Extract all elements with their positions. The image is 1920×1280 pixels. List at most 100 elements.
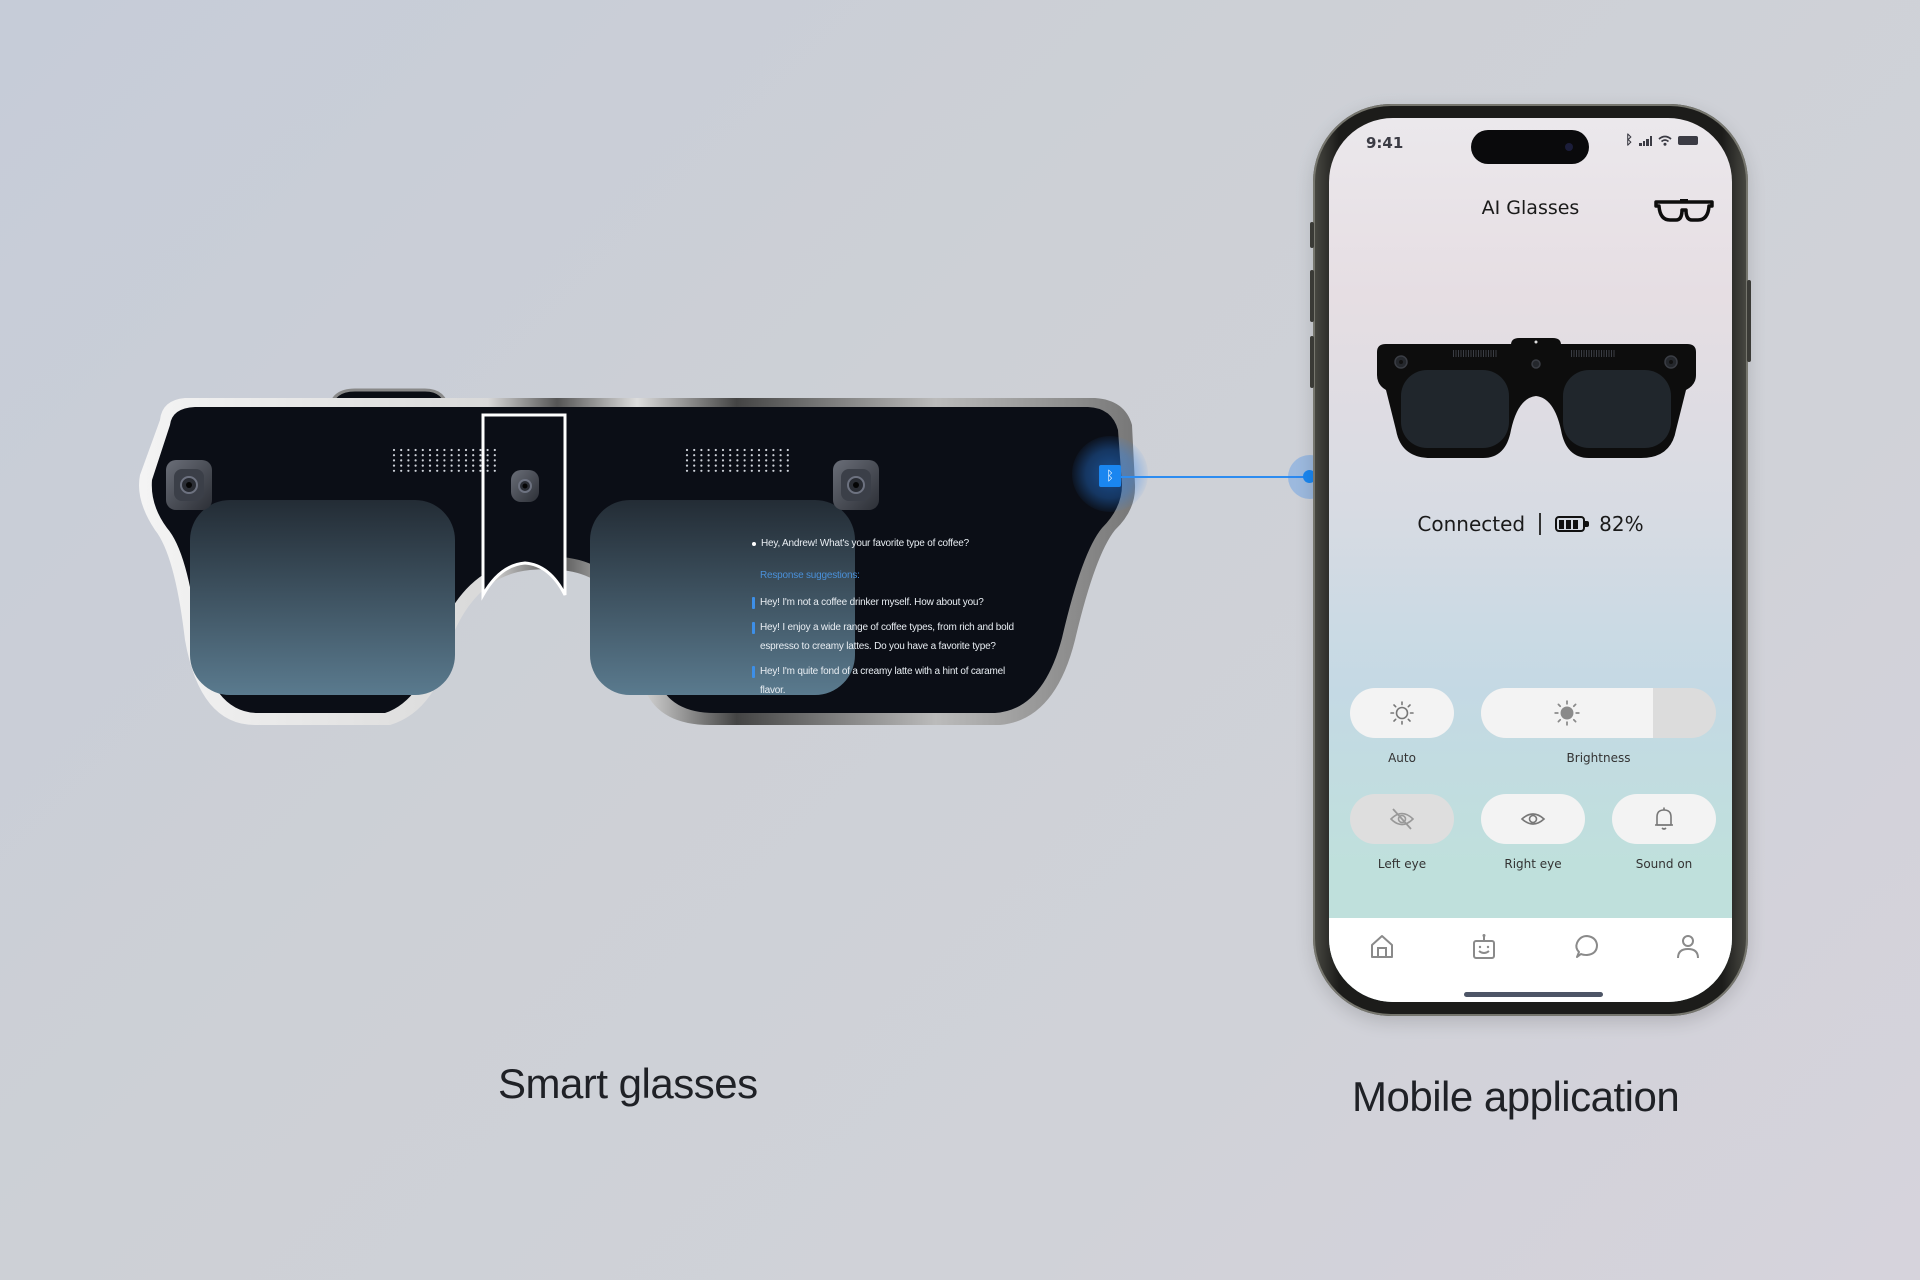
grille-dot: [493, 459, 496, 462]
grille-dot: [743, 448, 746, 452]
grille-dot: [472, 469, 475, 472]
sound-label: Sound on: [1635, 857, 1693, 871]
grille-dot: [693, 448, 696, 452]
grille-dot: [479, 464, 482, 467]
grille-line: [1465, 350, 1467, 357]
grille-line: [1458, 350, 1459, 357]
grille-dot: [714, 464, 717, 467]
grille-dot: [472, 464, 475, 467]
grille-dot: [443, 454, 446, 457]
grille-dot: [443, 464, 446, 467]
grille-line: [1603, 350, 1605, 357]
grille-dot: [443, 448, 446, 452]
grille-line: [1488, 350, 1489, 357]
grille-line: [1593, 350, 1595, 357]
grille-dot: [457, 448, 460, 452]
bell-icon: [1655, 807, 1673, 830]
grille-dot: [450, 469, 453, 472]
grille-line: [1485, 350, 1487, 357]
grille-dot: [729, 459, 732, 462]
grille-dot: [714, 448, 717, 452]
connection-line: [1121, 476, 1309, 478]
grille-dot: [392, 454, 396, 457]
sun-filled-icon: [1554, 700, 1580, 726]
grille-line: [1460, 350, 1462, 357]
device-glasses-image: [1377, 338, 1696, 458]
grille-dot: [457, 459, 460, 462]
suggestion-marker: [752, 665, 755, 678]
battery-icon: [1678, 136, 1698, 145]
grille-dot: [743, 464, 746, 467]
grille-line: [1573, 350, 1575, 357]
grille-dot: [457, 464, 460, 467]
wifi-icon: [1658, 135, 1672, 146]
sound-toggle[interactable]: [1612, 794, 1716, 844]
grille-dot: [450, 459, 453, 462]
grille-dot: [707, 464, 710, 467]
grille-dot: [750, 459, 753, 462]
grille-dot: [779, 469, 782, 472]
grille-dot: [700, 459, 703, 462]
suggestion-item[interactable]: Hey! I enjoy a wide range of coffee type…: [752, 618, 1022, 657]
grille-line: [1596, 350, 1597, 357]
brightness-slider-fill: [1481, 688, 1653, 738]
tab-bar: [1329, 918, 1732, 1002]
grille-dot: [707, 459, 710, 462]
grille-dot: [772, 464, 775, 467]
grille-dot: [392, 448, 396, 452]
home-icon[interactable]: [1367, 932, 1397, 962]
grille-dot: [693, 464, 696, 467]
grille-dot: [392, 464, 396, 467]
grille-dot: [428, 464, 432, 467]
grille-dot: [693, 469, 696, 472]
status-time: 9:41: [1366, 134, 1404, 152]
grille-dot: [757, 469, 761, 472]
user-icon[interactable]: [1673, 932, 1703, 962]
glasses-icon[interactable]: [1654, 198, 1714, 224]
grille-line: [1606, 350, 1607, 357]
grille-dot: [464, 448, 468, 452]
right-eye-label: Right eye: [1504, 857, 1562, 871]
grille-dot: [400, 459, 403, 462]
grille-dot: [736, 454, 739, 457]
grille-dot: [685, 448, 689, 452]
right-eye-toggle[interactable]: [1481, 794, 1585, 844]
grille-dot: [392, 459, 396, 462]
grille-dot: [714, 454, 717, 457]
suggestion-item[interactable]: Hey! I'm quite fond of a creamy latte wi…: [752, 662, 1022, 701]
grille-dot: [414, 448, 417, 452]
grille-dot: [700, 469, 703, 472]
grille-dot: [743, 454, 746, 457]
grille-dot: [400, 454, 403, 457]
incoming-question: Hey, Andrew! What's your favorite type o…: [752, 538, 1022, 549]
brightness-slider[interactable]: [1481, 688, 1716, 738]
grille-dot: [443, 459, 446, 462]
grille-dot: [436, 454, 439, 457]
grille-dot: [772, 454, 775, 457]
volume-down-button: [1310, 336, 1314, 388]
grille-dot: [436, 469, 439, 472]
dynamic-island: [1471, 130, 1589, 164]
home-indicator[interactable]: [1464, 992, 1603, 997]
suggestion-item[interactable]: Hey! I'm not a coffee drinker myself. Ho…: [752, 593, 1022, 613]
grille-dot: [464, 464, 468, 467]
grille-dot: [421, 448, 424, 452]
grille-dot: [428, 448, 432, 452]
grille-dot: [407, 459, 410, 462]
auto-brightness-toggle[interactable]: [1350, 688, 1454, 738]
grille-dot: [421, 459, 424, 462]
grille-dot: [736, 464, 739, 467]
grille-dot: [736, 469, 739, 472]
left-eye-toggle[interactable]: [1350, 794, 1454, 844]
grille-line: [1480, 350, 1482, 357]
divider: [1539, 513, 1542, 535]
grille-dot: [493, 464, 496, 467]
volume-up-button: [1310, 270, 1314, 322]
grille-line: [1608, 350, 1610, 357]
grille-dot: [457, 454, 460, 457]
grille-dot: [479, 469, 482, 472]
chat-icon[interactable]: [1571, 932, 1601, 962]
robot-icon[interactable]: [1469, 932, 1499, 962]
grille-dot: [421, 469, 424, 472]
grille-line: [1586, 350, 1587, 357]
